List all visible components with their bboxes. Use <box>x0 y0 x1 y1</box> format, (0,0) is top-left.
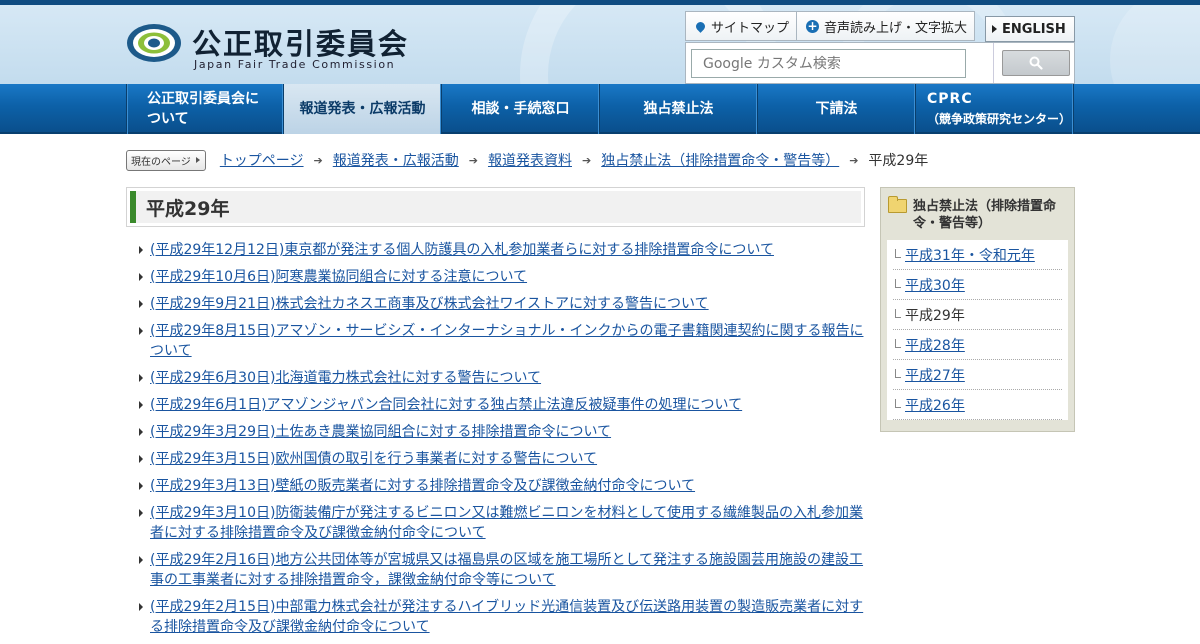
folder-icon <box>888 196 907 213</box>
breadcrumb-arrow-icon: ➔ <box>581 153 592 167</box>
map-pin-icon <box>694 19 707 33</box>
search-input[interactable] <box>691 49 966 78</box>
side-nav-link[interactable]: 平成26年 <box>905 395 965 415</box>
jftc-emblem-icon <box>127 24 181 62</box>
side-nav-title-label: 独占禁止法（排除措置命令・警告等） <box>913 199 1057 231</box>
breadcrumb-arrow-icon: ➔ <box>313 153 323 167</box>
press-release-link[interactable]: (平成29年3月29日)土佐あき農業協同組合に対する排除措置命令について <box>150 424 611 440</box>
side-nav-link[interactable]: 平成30年 <box>905 275 965 295</box>
header-decoration <box>1110 5 1200 84</box>
english-button[interactable]: ENGLISH <box>985 16 1075 42</box>
english-label: ENGLISH <box>1002 21 1066 37</box>
list-item: (平成29年3月15日)欧州国債の取引を行う事業者に対する警告について <box>126 449 865 469</box>
list-item: (平成29年3月13日)壁紙の販売業者に対する排除措置命令及び課徴金納付命令につ… <box>126 476 865 496</box>
breadcrumb-current-badge: 現在のページ <box>126 149 206 171</box>
side-nav-item: 平成27年 <box>893 360 1062 390</box>
list-item: (平成29年3月29日)土佐あき農業協同組合に対する排除措置命令について <box>126 422 865 442</box>
side-nav-item: 平成31年・令和元年 <box>893 240 1062 270</box>
voice-readout-link[interactable]: + 音声読み上げ・文字拡大 <box>797 11 975 41</box>
breadcrumb-arrow-icon: ➔ <box>468 153 478 167</box>
nav-about[interactable]: 公正取引委員会について <box>126 84 284 134</box>
sitemap-label: サイトマップ <box>711 20 790 36</box>
side-nav-item: 平成28年 <box>893 330 1062 360</box>
list-item: (平成29年6月30日)北海道電力株式会社に対する警告について <box>126 368 865 388</box>
nav-cprc-label: CPRC <box>927 91 973 107</box>
list-item: (平成29年2月15日)中部電力株式会社が発注するハイブリッド光通信装置及び伝送… <box>126 597 865 637</box>
list-item: (平成29年10月6日)阿寒農業協同組合に対する注意について <box>126 267 865 287</box>
global-nav: 公正取引委員会について 報道発表・広報活動 相談・手続窓口 独占禁止法 下請法 … <box>0 84 1200 134</box>
sitemap-link[interactable]: サイトマップ <box>685 11 797 41</box>
voice-readout-label: 音声読み上げ・文字拡大 <box>824 20 968 36</box>
press-release-link[interactable]: (平成29年8月15日)アマゾン・サービシズ・インターナショナル・インクからの電… <box>150 323 863 359</box>
breadcrumb: 現在のページ トップページ ➔ 報道発表・広報活動 ➔ 報道発表資料 ➔ 独占禁… <box>126 149 929 171</box>
side-nav-link[interactable]: 平成27年 <box>905 365 965 385</box>
breadcrumb-link-top[interactable]: トップページ <box>220 150 304 170</box>
list-item: (平成29年9月21日)株式会社カネスエ商事及び株式会社ワイストアに対する警告に… <box>126 294 865 314</box>
list-item: (平成29年12月12日)東京都が発注する個人防護具の入札参加業者らに対する排除… <box>126 240 865 260</box>
site-subtitle: Japan Fair Trade Commission <box>194 58 396 71</box>
press-release-link[interactable]: (平成29年12月12日)東京都が発注する個人防護具の入札参加業者らに対する排除… <box>150 242 774 258</box>
side-nav-link[interactable]: 平成31年・令和元年 <box>905 245 1035 265</box>
breadcrumb-link-materials[interactable]: 報道発表資料 <box>488 150 572 170</box>
side-nav-link[interactable]: 平成28年 <box>905 335 965 355</box>
nav-antimonopoly-label: 独占禁止法 <box>643 101 714 117</box>
press-release-link[interactable]: (平成29年3月10日)防衛装備庁が発注するビニロン又は難燃ビニロンを材料として… <box>150 505 863 541</box>
search-button[interactable] <box>1002 50 1070 76</box>
search-divider <box>993 43 994 83</box>
press-release-link[interactable]: (平成29年2月16日)地方公共団体等が宮城県又は福島県の区域を施工場所として発… <box>150 552 863 588</box>
side-nav: 独占禁止法（排除措置命令・警告等） 平成31年・令和元年 平成30年 平成29年… <box>880 187 1075 432</box>
search-icon <box>1029 56 1043 70</box>
nav-press-label: 報道発表・広報活動 <box>299 101 426 117</box>
nav-cprc-sublabel: （競争政策研究センター） <box>927 112 1072 126</box>
side-nav-item-current: 平成29年 <box>893 300 1062 330</box>
press-release-link[interactable]: (平成29年9月21日)株式会社カネスエ商事及び株式会社ワイストアに対する警告に… <box>150 296 709 312</box>
list-item: (平成29年2月16日)地方公共団体等が宮城県又は福島県の区域を施工場所として発… <box>126 550 865 590</box>
nav-subcontract-act[interactable]: 下請法 <box>758 84 916 134</box>
site-search <box>685 42 1075 84</box>
press-release-link[interactable]: (平成29年6月30日)北海道電力株式会社に対する警告について <box>150 370 541 386</box>
breadcrumb-current: 平成29年 <box>868 153 929 169</box>
list-item: (平成29年6月1日)アマゾンジャパン合同会社に対する独占禁止法違反被疑事件の処… <box>126 395 865 415</box>
side-nav-current: 平成29年 <box>905 307 965 324</box>
nav-consultation-label: 相談・手続窓口 <box>471 101 570 117</box>
side-nav-list: 平成31年・令和元年 平成30年 平成29年 平成28年 平成27年 平成26年 <box>887 240 1068 420</box>
main-content: 平成29年 (平成29年12月12日)東京都が発注する個人防護具の入札参加業者ら… <box>126 187 865 644</box>
nav-cprc[interactable]: CPRC （競争政策研究センター） <box>916 84 1074 134</box>
side-nav-item: 平成26年 <box>893 390 1062 420</box>
site-title: 公正取引委員会 <box>192 27 410 61</box>
page-heading-box: 平成29年 <box>126 187 865 227</box>
press-release-link[interactable]: (平成29年10月6日)阿寒農業協同組合に対する注意について <box>150 269 527 285</box>
arrow-right-icon <box>992 25 997 33</box>
side-nav-item: 平成30年 <box>893 270 1062 300</box>
nav-subcontract-label: 下請法 <box>815 101 858 117</box>
breadcrumb-link-antimonopoly[interactable]: 独占禁止法（排除措置命令・警告等） <box>601 150 839 170</box>
press-release-link[interactable]: (平成29年6月1日)アマゾンジャパン合同会社に対する独占禁止法違反被疑事件の処… <box>150 397 742 413</box>
press-release-link[interactable]: (平成29年3月13日)壁紙の販売業者に対する排除措置命令及び課徴金納付命令につ… <box>150 478 695 494</box>
breadcrumb-link-press[interactable]: 報道発表・広報活動 <box>333 150 459 170</box>
nav-press-releases[interactable]: 報道発表・広報活動 <box>284 84 442 134</box>
press-release-link[interactable]: (平成29年3月15日)欧州国債の取引を行う事業者に対する警告について <box>150 451 597 467</box>
site-logo[interactable]: 公正取引委員会 Japan Fair Trade Commission <box>126 21 426 77</box>
breadcrumb-arrow-icon: ➔ <box>849 153 859 167</box>
page-title: 平成29年 <box>130 191 861 223</box>
nav-consultation[interactable]: 相談・手続窓口 <box>442 84 600 134</box>
nav-antimonopoly-act[interactable]: 独占禁止法 <box>600 84 758 134</box>
list-item: (平成29年3月10日)防衛装備庁が発注するビニロン又は難燃ビニロンを材料として… <box>126 503 865 543</box>
side-nav-title: 独占禁止法（排除措置命令・警告等） <box>887 194 1068 234</box>
plus-circle-icon: + <box>806 19 819 33</box>
press-release-list: (平成29年12月12日)東京都が発注する個人防護具の入札参加業者らに対する排除… <box>126 240 865 637</box>
list-item: (平成29年8月15日)アマゾン・サービシズ・インターナショナル・インクからの電… <box>126 321 865 361</box>
site-header: 公正取引委員会 Japan Fair Trade Commission サイトマ… <box>0 0 1200 84</box>
nav-about-label: 公正取引委員会について <box>147 91 259 127</box>
